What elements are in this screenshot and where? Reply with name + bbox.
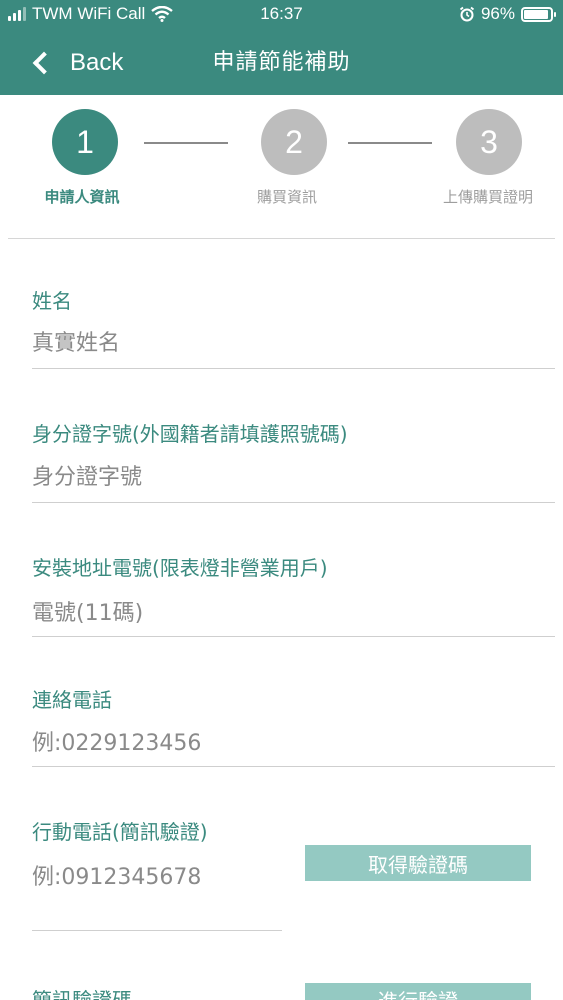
- step-1-circle: 1: [52, 109, 118, 175]
- step-1-label: 申請人資訊: [44, 188, 120, 206]
- back-label: Back: [70, 48, 124, 76]
- status-bar: TWM WiFi Call 16:37 96%: [0, 0, 563, 30]
- id-number-underline: [32, 502, 555, 503]
- meter-number-underline: [32, 636, 555, 637]
- progress-stepper: 1 2 3 申請人資訊 購買資訊 上傳購買證明: [0, 95, 563, 238]
- nav-bar: 申請節能補助 Back: [0, 30, 563, 95]
- meter-number-input[interactable]: [32, 596, 522, 630]
- name-underline: [32, 368, 555, 369]
- mobile-phone-underline: [32, 930, 282, 931]
- chevron-left-icon: [32, 51, 56, 74]
- stepper-divider: [8, 238, 555, 239]
- step-2-label: 購買資訊: [256, 188, 317, 206]
- battery-icon: [521, 6, 556, 22]
- meter-number-label: 安裝地址電號(限表燈非營業用戶): [32, 556, 328, 580]
- status-right: 96%: [459, 4, 556, 24]
- sms-code-label: 簡訊驗證碼: [32, 988, 132, 1000]
- alarm-clock-icon: [459, 6, 475, 22]
- back-button[interactable]: Back: [30, 30, 123, 95]
- step-connector-2: [348, 142, 432, 144]
- id-number-label: 身分證字號(外國籍者請填護照號碼): [32, 422, 348, 446]
- contact-phone-input[interactable]: [32, 726, 522, 760]
- verify-button[interactable]: 進行驗證: [305, 983, 531, 1000]
- step-connector-1: [144, 142, 228, 144]
- name-label: 姓名: [32, 289, 72, 313]
- contact-phone-underline: [32, 766, 555, 767]
- step-3-circle: 3: [456, 109, 522, 175]
- mobile-phone-input[interactable]: [32, 860, 282, 894]
- id-number-input[interactable]: [32, 460, 522, 494]
- battery-percent: 96%: [480, 4, 515, 23]
- name-input[interactable]: [32, 326, 522, 360]
- get-verification-code-button[interactable]: 取得驗證碼: [305, 845, 531, 881]
- step-2-circle: 2: [261, 109, 327, 175]
- step-3-label: 上傳購買證明: [442, 188, 533, 206]
- mobile-phone-label: 行動電話(簡訊驗證): [32, 820, 208, 844]
- contact-phone-label: 連絡電話: [32, 688, 112, 712]
